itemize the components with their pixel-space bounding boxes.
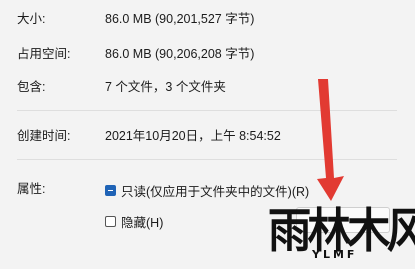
watermark-sub: YLMF [312, 248, 358, 261]
created-label: 创建时间: [17, 129, 71, 143]
readonly-checkbox-box[interactable] [105, 184, 116, 196]
hidden-checkbox-box[interactable] [105, 215, 116, 227]
contains-value: 7 个文件，3 个文件夹 [105, 80, 226, 94]
divider [17, 159, 397, 160]
size-label: 大小: [17, 12, 46, 26]
size-row: 大小: 86.0 MB (90,201,527 字节) [0, 9, 415, 29]
created-row: 创建时间: 2021年10月20日，上午 8:54:52 [0, 126, 415, 146]
contains-row: 包含: 7 个文件，3 个文件夹 [0, 77, 415, 97]
size-on-disk-label: 占用空间: [17, 47, 71, 61]
size-on-disk-value: 86.0 MB (90,206,208 字节) [105, 47, 255, 61]
created-value: 2021年10月20日，上午 8:54:52 [105, 129, 281, 143]
hidden-checkbox[interactable]: 隐藏(H) [105, 212, 163, 230]
watermark-logo: 雨林木风 YLMF [268, 198, 415, 268]
properties-panel: 大小: 86.0 MB (90,201,527 字节) 占用空间: 86.0 M… [0, 0, 415, 269]
attributes-label: 属性: [17, 182, 46, 196]
divider [17, 110, 397, 111]
contains-label: 包含: [17, 80, 46, 94]
hidden-checkbox-label: 隐藏(H) [121, 215, 164, 230]
size-on-disk-row: 占用空间: 86.0 MB (90,206,208 字节) [0, 44, 415, 64]
size-value: 86.0 MB (90,201,527 字节) [105, 12, 255, 26]
